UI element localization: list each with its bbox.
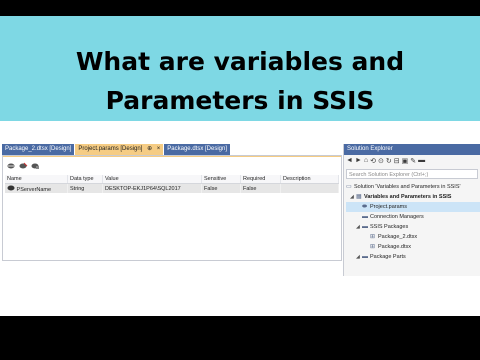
cell-sensitive[interactable]: False [201,183,241,193]
pending-changes-filter-icon[interactable]: ⊙ [378,157,384,168]
solution-tree: ▭ Solution 'Variables and Parameters in S… [346,182,480,262]
video-frame: What are variables and Parameters in SSI… [0,16,480,316]
tab-package-2-design[interactable]: Package_2.dtsx [Design] [2,144,75,155]
col-header-description[interactable]: Description [280,175,339,184]
refresh-icon[interactable]: ↻ [386,157,392,168]
active-tab-accent [3,156,341,157]
cell-data-type[interactable]: String [67,183,103,193]
tree-label: Package Parts [370,254,406,260]
col-header-name[interactable]: Name [5,175,68,184]
col-header-required[interactable]: Required [240,175,281,184]
params-icon: ⬬ [362,204,368,210]
param-name: PServerName [16,186,52,193]
tree-item-project-params[interactable]: ⬬ Project.params [346,202,480,212]
tree-label: Project.params [370,204,407,210]
col-header-value[interactable]: Value [102,175,202,184]
tab-package-design[interactable]: Package.dtsx [Design] [164,144,230,155]
solution-icon: ▭ [346,184,352,190]
home-icon[interactable]: ⌂ [364,157,368,168]
solution-explorer-title: Solution Explorer [344,144,480,155]
folder-icon: ▬ [362,254,368,260]
tab-label: Package_2.dtsx [Design] [5,146,72,152]
title-banner: What are variables and Parameters in SSI… [0,16,480,121]
params-designer: Name Data type Value Sensitive Required … [2,155,342,261]
tab-project-params-design[interactable]: Project.params [Design] ⊕ × [75,144,164,155]
grid-header-row: Name Data type Value Sensitive Required … [5,175,339,184]
pin-icon[interactable]: ⊕ [147,146,152,152]
solution-explorer: Solution Explorer ◄ ► ⌂ ⟲ ⊙ ↻ ⊟ ▣ ✎ ▬ Se… [343,144,480,276]
document-tabs: Package_2.dtsx [Design] Project.params [… [2,144,231,155]
tree-item-ssis-packages[interactable]: ◢ ▬ SSIS Packages [346,222,480,232]
visual-studio-window: Package_2.dtsx [Design] Project.params [… [0,121,480,316]
collapse-all-icon[interactable]: ⊟ [394,157,400,168]
project-icon: ▦ [356,194,362,200]
properties-icon[interactable]: ✎ [410,157,416,168]
folder-icon: ▬ [362,214,368,220]
close-icon[interactable]: × [157,146,161,152]
tree-label: Package.dtsx [378,244,412,250]
cell-description[interactable] [280,183,339,193]
tree-item-package-parts[interactable]: ◢ ▬ Package Parts [346,252,480,262]
tab-label: Package.dtsx [Design] [167,146,227,152]
tree-label: SSIS Packages [370,224,409,230]
tree-label: Variables and Parameters in SSIS [364,194,452,200]
back-icon[interactable]: ◄ [346,157,353,168]
banner-title-line-1: What are variables and [75,47,405,76]
cell-value[interactable]: DESKTOP-EKJ1P64\SQL2017 [102,183,202,193]
tree-item-solution[interactable]: ▭ Solution 'Variables and Parameters in S… [346,182,480,192]
delete-parameter-icon[interactable] [19,162,28,172]
add-to-config-icon[interactable] [31,162,40,172]
tree-item-package-2[interactable]: ⊞ Package_2.dtsx [346,232,480,242]
tab-label: Project.params [Design] [78,146,143,152]
tree-label: Connection Managers [370,214,424,220]
preview-icon[interactable]: ▬ [418,157,425,168]
cell-name[interactable]: PServerName [5,183,68,193]
show-all-files-icon[interactable]: ▣ [402,157,409,168]
parameter-icon [7,185,15,193]
solution-explorer-search[interactable]: Search Solution Explorer (Ctrl+;) [346,169,478,179]
tree-label: Package_2.dtsx [378,234,418,240]
sync-icon[interactable]: ⟲ [370,157,376,168]
col-header-sensitive[interactable]: Sensitive [201,175,241,184]
parameters-grid: Name Data type Value Sensitive Required … [5,175,339,193]
solution-explorer-toolbar: ◄ ► ⌂ ⟲ ⊙ ↻ ⊟ ▣ ✎ ▬ [346,157,480,168]
package-icon: ⊞ [370,244,376,250]
col-header-data-type[interactable]: Data type [67,175,103,184]
cell-required[interactable]: False [240,183,281,193]
package-icon: ⊞ [370,234,376,240]
tree-item-project[interactable]: ◢ ▦ Variables and Parameters in SSIS [346,192,480,202]
tree-item-connection-managers[interactable]: ▬ Connection Managers [346,212,480,222]
forward-icon[interactable]: ► [355,157,362,168]
tree-item-package[interactable]: ⊞ Package.dtsx [346,242,480,252]
folder-icon: ▬ [362,224,368,230]
params-toolbar [7,162,40,172]
table-row[interactable]: PServerName String DESKTOP-EKJ1P64\SQL20… [5,183,339,193]
banner-title-line-2: Parameters in SSIS [105,86,375,115]
tree-label: Solution 'Variables and Parameters in SS… [354,184,461,190]
add-parameter-icon[interactable] [7,162,16,172]
